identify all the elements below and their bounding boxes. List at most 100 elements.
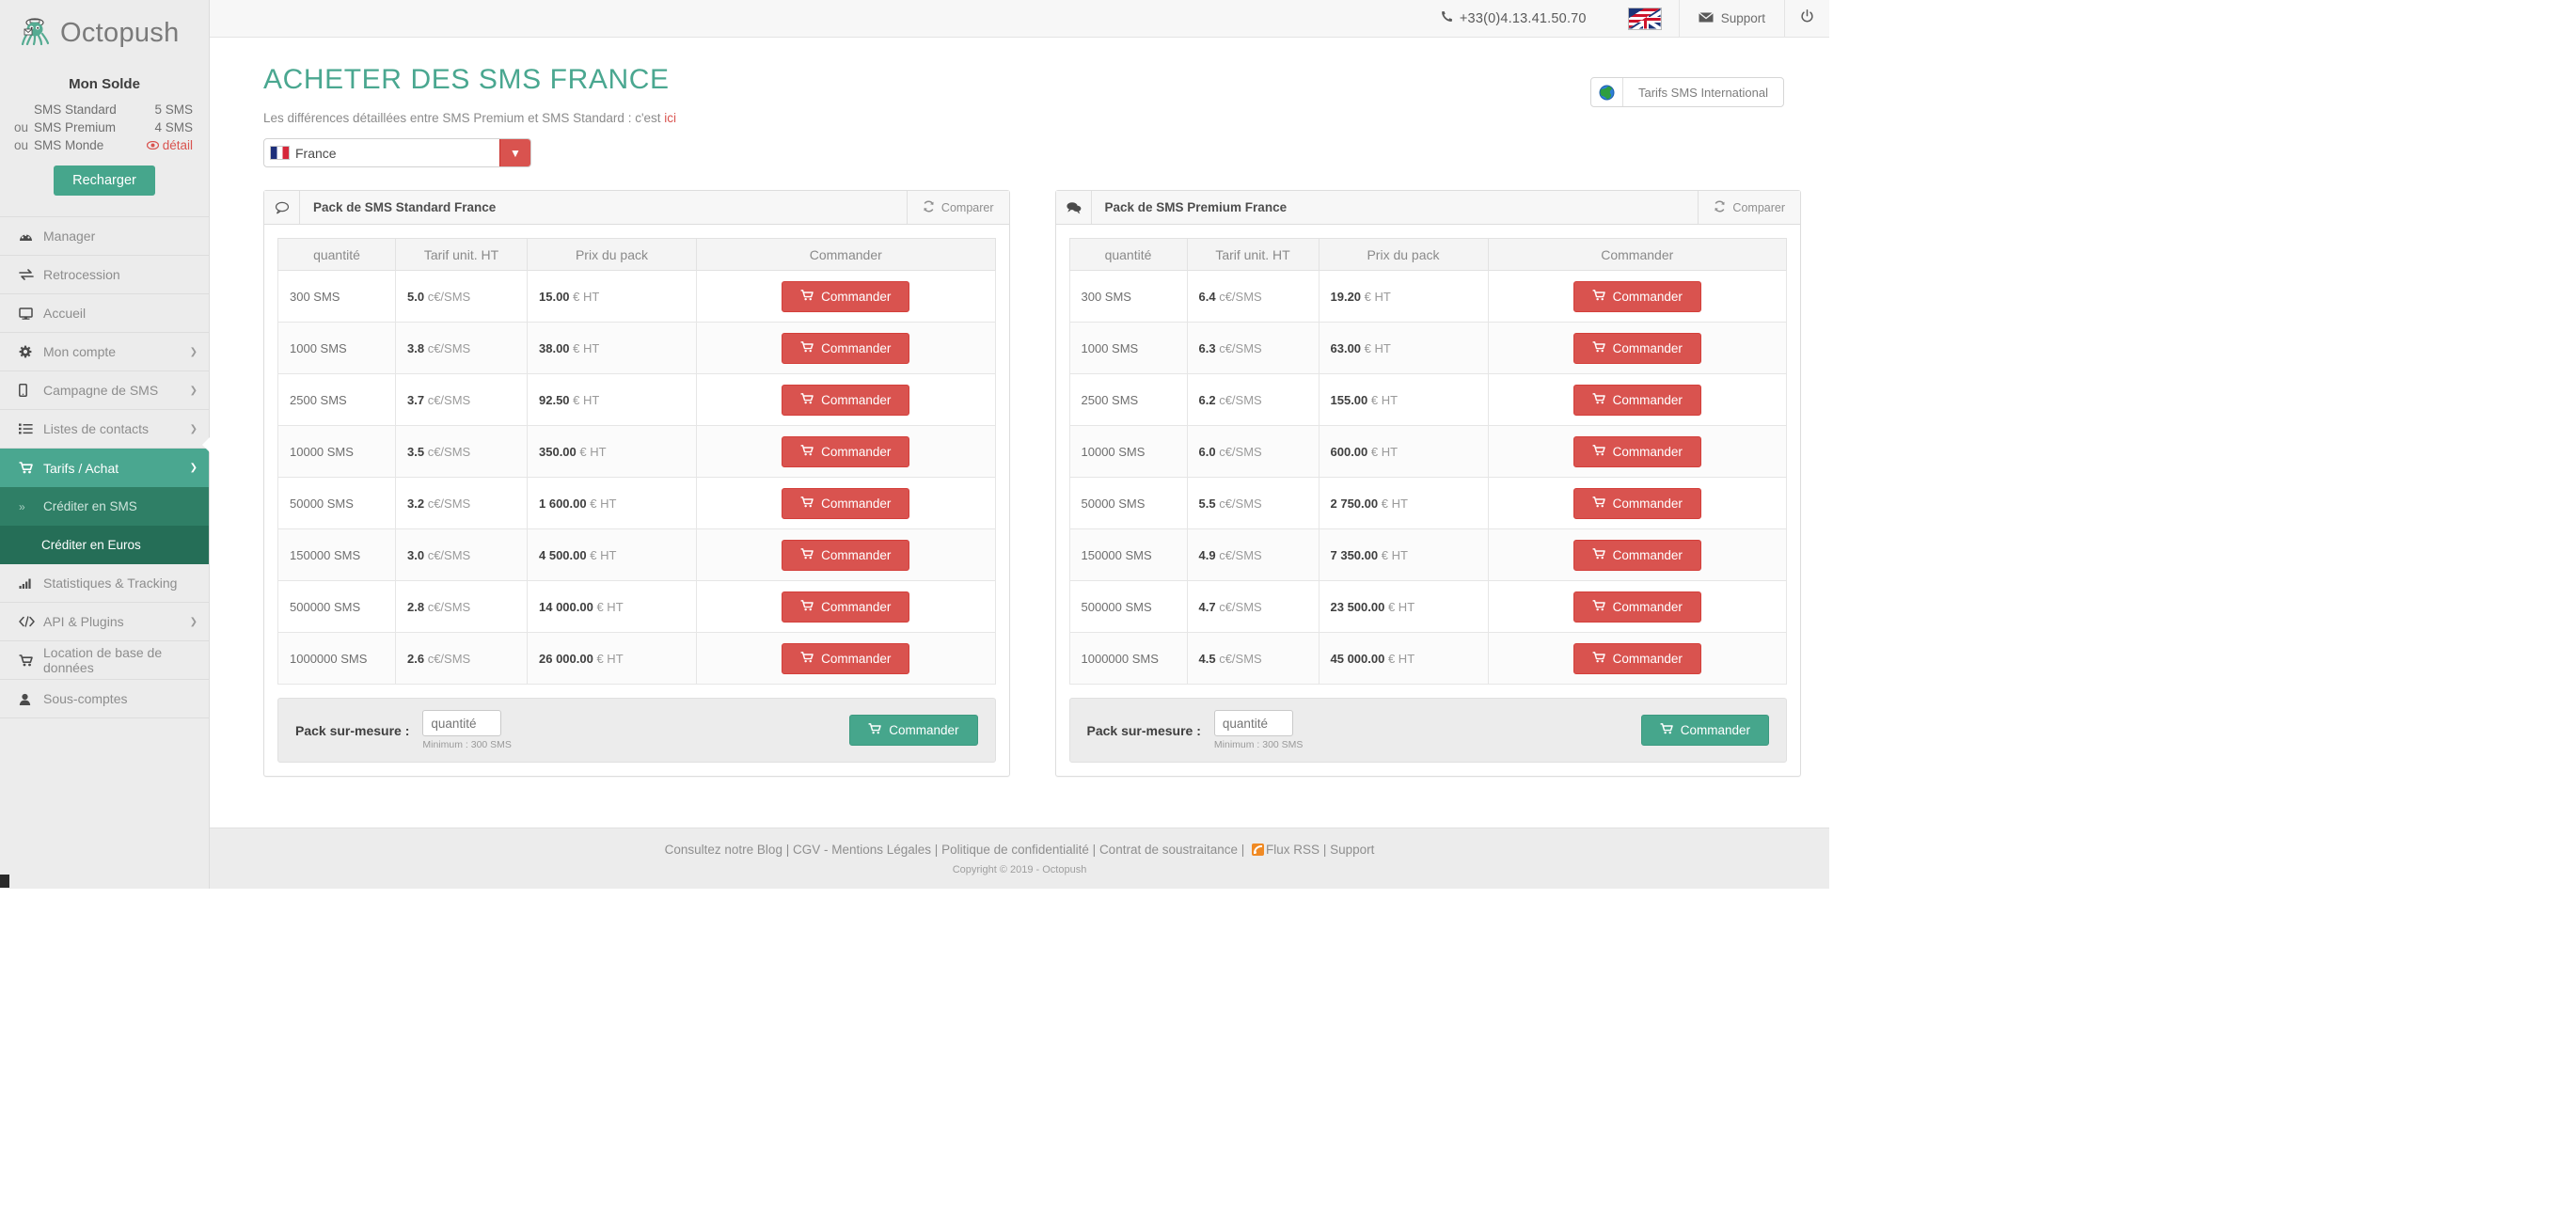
cell-order: Commander — [696, 270, 996, 323]
subtitle-text: Les différences détaillées entre SMS Pre… — [263, 111, 665, 125]
sidebar-subitem-crediter-en-sms[interactable]: » Créditer en SMS — [0, 487, 209, 526]
cell-unit-price: 2.6 c€/SMS — [395, 632, 528, 685]
custom-quantity-input[interactable] — [422, 710, 502, 736]
cell-pack-price: 38.00 € HT — [527, 322, 697, 374]
country-select[interactable]: France ▼ — [263, 138, 531, 167]
support-link[interactable]: Support — [1678, 0, 1784, 37]
unit-price-value: 2.6 — [407, 651, 425, 666]
order-button[interactable]: Commander — [782, 435, 910, 467]
uk-us-flag-icon — [1627, 7, 1662, 30]
cell-unit-price: 3.0 c€/SMS — [395, 528, 528, 581]
custom-pack-standard: Pack sur-mesure : Minimum : 300 SMS Comm… — [277, 698, 996, 763]
unit-price-value: 4.7 — [1198, 599, 1216, 614]
sidebar-item-tarifs-achat[interactable]: Tarifs / Achat ❯ — [0, 449, 209, 487]
chevron-double-right-icon: » — [19, 499, 25, 513]
sidebar-item-sous-comptes[interactable]: Sous-comptes — [0, 680, 209, 718]
sidebar-item-api-plugins[interactable]: API & Plugins ❯ — [0, 603, 209, 641]
order-button[interactable]: Commander — [1572, 642, 1701, 674]
balance-value: 5 SMS — [154, 102, 193, 117]
logout-button[interactable] — [1784, 0, 1829, 37]
chevron-right-icon: ❯ — [189, 616, 198, 627]
sidebar-item-accueil[interactable]: Accueil — [0, 294, 209, 333]
unit-price-suffix: c€/SMS — [427, 496, 471, 511]
subtitle-link[interactable]: ici — [664, 111, 676, 125]
table-row: 150000 SMS 4.9 c€/SMS 7 350.00 € HT Comm… — [1068, 528, 1787, 581]
sidebar-item-manager[interactable]: Manager — [0, 217, 209, 256]
panel-sms-premium: Pack de SMS Premium France Comparer quan… — [1054, 190, 1801, 777]
cell-order: Commander — [1487, 528, 1787, 581]
balance-title: Mon Solde — [69, 76, 140, 92]
compare-button[interactable]: Comparer — [1698, 191, 1800, 224]
sidebar-item-campagne-de-sms[interactable]: Campagne de SMS ❯ — [0, 371, 209, 410]
sidebar-subitem-crediter-en-euros[interactable]: Créditer en Euros — [0, 436, 210, 564]
unit-price-suffix: c€/SMS — [1219, 392, 1262, 407]
sidebar-item-label: Tarifs / Achat — [43, 460, 119, 476]
order-button[interactable]: Commander — [1572, 280, 1701, 312]
order-button[interactable]: Commander — [1572, 591, 1701, 623]
footer-link-flux-rss[interactable]: Flux RSS — [1266, 843, 1320, 857]
pack-price-suffix: € HT — [1364, 340, 1391, 355]
order-button[interactable]: Commander — [1572, 487, 1701, 519]
order-button[interactable]: Commander — [1572, 435, 1701, 467]
cart-icon — [800, 289, 814, 304]
order-button[interactable]: Commander — [782, 332, 910, 364]
unit-price-value: 5.5 — [1198, 496, 1216, 511]
footer-link-support[interactable]: Support — [1330, 843, 1374, 857]
cart-icon — [1592, 599, 1606, 614]
sidebar-item-mon-compte[interactable]: Mon compte ❯ — [0, 333, 209, 371]
order-button[interactable]: Commander — [782, 539, 910, 571]
separator: | — [1238, 843, 1249, 857]
footer-link-soustraitance[interactable]: Contrat de soustraitance — [1099, 843, 1238, 857]
order-button[interactable]: Commander — [782, 384, 910, 416]
cell-order: Commander — [1487, 632, 1787, 685]
gear-icon — [19, 345, 43, 358]
sidebar-item-statistiques-tracking[interactable]: Statistiques & Tracking — [0, 564, 209, 603]
pack-price-value: 14 000.00 — [539, 599, 593, 614]
custom-order-label: Commander — [889, 723, 959, 737]
table-row: 10000 SMS 6.0 c€/SMS 600.00 € HT Command… — [1068, 425, 1787, 478]
cell-quantity: 500000 SMS — [277, 580, 396, 633]
compare-button[interactable]: Comparer — [906, 191, 1009, 224]
separator: | — [931, 843, 942, 857]
sidebar-item-retrocession[interactable]: Retrocession — [0, 256, 209, 294]
sidebar-item-listes-de-contacts[interactable]: Listes de contacts ❯ — [0, 410, 209, 449]
pack-price-value: 1 600.00 — [539, 496, 587, 511]
chevron-down-icon[interactable]: ▼ — [499, 139, 530, 166]
custom-order-button[interactable]: Commander — [1640, 715, 1769, 746]
table-row: 500000 SMS 2.8 c€/SMS 14 000.00 € HT Com… — [277, 580, 996, 633]
order-button[interactable]: Commander — [1572, 539, 1701, 571]
order-button-label: Commander — [821, 547, 892, 562]
table-row: 1000 SMS 6.3 c€/SMS 63.00 € HT Commander — [1068, 322, 1787, 374]
column-header-commander: Commander — [1487, 238, 1787, 271]
order-button[interactable]: Commander — [1572, 384, 1701, 416]
international-rates-button[interactable]: Tarifs SMS International — [1589, 77, 1784, 107]
unit-price-value: 6.3 — [1198, 340, 1216, 355]
cart-icon — [1592, 340, 1606, 355]
custom-order-button[interactable]: Commander — [849, 715, 978, 746]
order-button[interactable]: Commander — [782, 642, 910, 674]
custom-pack-premium: Pack sur-mesure : Minimum : 300 SMS Comm… — [1068, 698, 1787, 763]
cell-order: Commander — [1487, 373, 1787, 426]
pack-price-value: 23 500.00 — [1330, 599, 1385, 614]
phone-icon — [1441, 10, 1453, 26]
order-button[interactable]: Commander — [782, 591, 910, 623]
sidebar-item-label: Campagne de SMS — [43, 383, 159, 398]
custom-quantity-input[interactable] — [1213, 710, 1293, 736]
footer-link-blog[interactable]: Consultez notre Blog — [665, 843, 782, 857]
unit-price-value: 4.9 — [1198, 547, 1216, 562]
recharge-button[interactable]: Recharger — [54, 166, 155, 196]
order-button[interactable]: Commander — [1572, 332, 1701, 364]
footer-link-confidentialite[interactable]: Politique de confidentialité — [941, 843, 1089, 857]
order-button[interactable]: Commander — [782, 280, 910, 312]
unit-price-suffix: c€/SMS — [1219, 444, 1262, 459]
sidebar-item-location-base-de-donnees[interactable]: Location de base de données — [0, 641, 209, 680]
footer-link-cgv[interactable]: CGV - Mentions Légales — [793, 843, 931, 857]
sidebar-item-label: Location de base de données — [43, 645, 163, 675]
balance-detail-link[interactable]: détail — [146, 136, 193, 154]
order-button[interactable]: Commander — [782, 487, 910, 519]
cell-order: Commander — [696, 632, 996, 685]
language-switcher[interactable] — [1611, 0, 1679, 37]
sidebar-item-label: Accueil — [43, 306, 87, 321]
custom-order-label: Commander — [1680, 723, 1750, 737]
brand-logo[interactable]: Octopush — [0, 0, 209, 63]
